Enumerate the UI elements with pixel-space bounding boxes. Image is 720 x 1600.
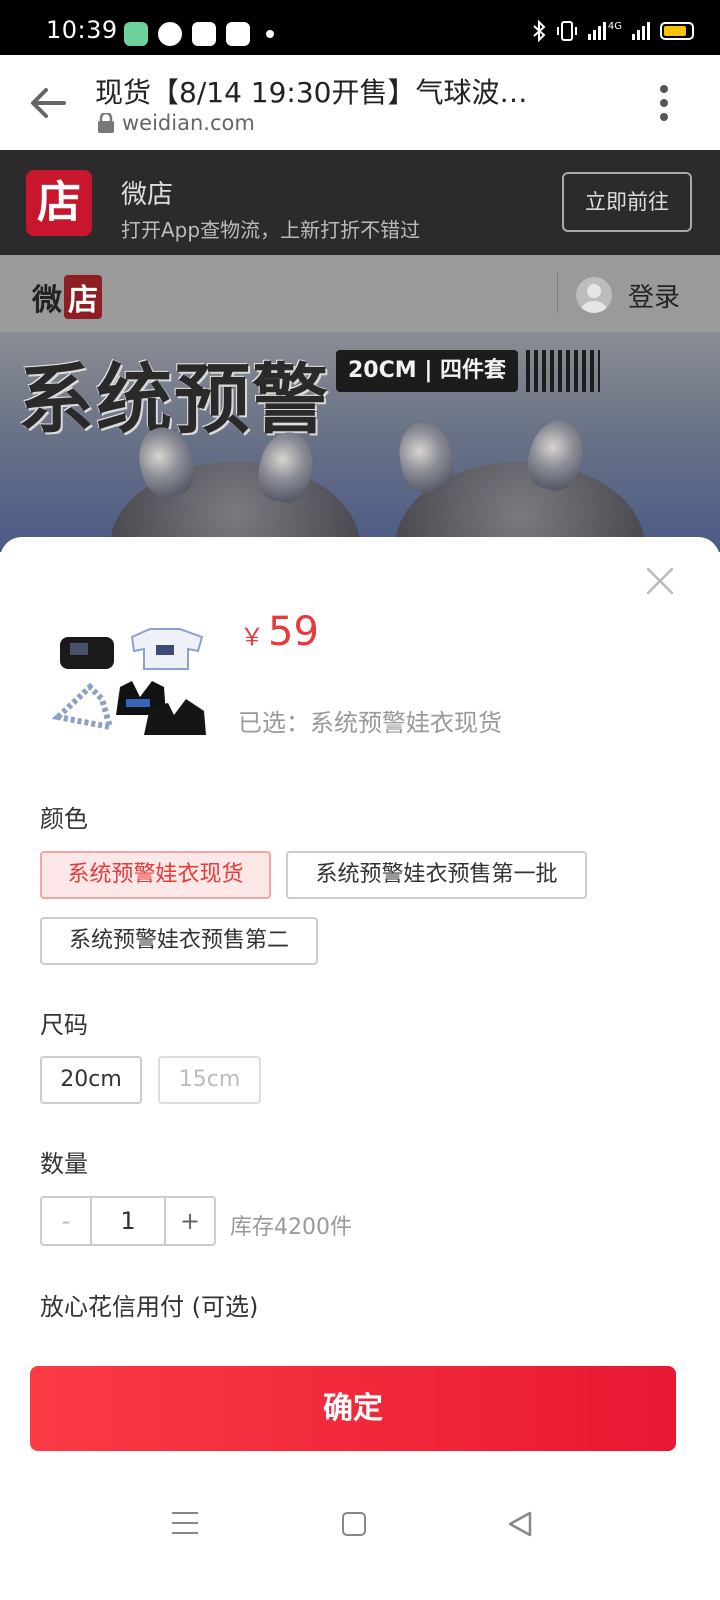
logo-text-wei: 微: [32, 283, 62, 318]
battery-icon: [660, 22, 694, 40]
size-option-20cm[interactable]: 20cm: [40, 1056, 142, 1104]
shopping-bag-icon: [192, 22, 216, 46]
site-logo[interactable]: 微 店: [32, 275, 102, 319]
back-arrow-icon[interactable]: [28, 85, 68, 121]
quantity-plus-button[interactable]: +: [166, 1198, 214, 1244]
price-value: 59: [268, 609, 319, 655]
quantity-label: 数量: [40, 1150, 88, 1178]
lock-icon: [98, 113, 114, 133]
app-name: 微店: [121, 180, 174, 210]
hero-stripes: [526, 350, 600, 392]
credit-pay-label[interactable]: 放心花信用付 (可选): [40, 1287, 258, 1322]
vibrate-icon: [556, 21, 577, 41]
color-option-3[interactable]: 系统预警娃衣预售第二: [40, 917, 318, 965]
network-type: 4G: [607, 20, 622, 32]
sku-selection-sheet: ￥ 59 已选：系统预警娃衣现货 颜色 系统预警娃衣现货 系统预警娃衣预售第一批 …: [0, 537, 720, 1600]
site-header: 微 店 登录: [0, 255, 720, 332]
quantity-input[interactable]: 1: [92, 1198, 166, 1244]
price: ￥ 59: [240, 609, 319, 655]
messenger-icon: [158, 22, 182, 46]
open-app-button[interactable]: 立即前往: [562, 172, 692, 232]
hero-badge: 20CM | 四件套: [336, 350, 519, 392]
recent-apps-icon[interactable]: [172, 1512, 198, 1534]
avatar-icon[interactable]: [576, 277, 612, 313]
quantity-minus-button[interactable]: -: [42, 1198, 92, 1244]
app-icon: [124, 22, 148, 46]
quantity-stepper: - 1 +: [40, 1196, 216, 1246]
weidian-icon: [226, 22, 250, 46]
bluetooth-icon: [533, 20, 546, 42]
logo-text-dian: 店: [64, 275, 102, 319]
url-domain[interactable]: weidian.com: [122, 111, 255, 135]
price-currency: ￥: [240, 623, 264, 651]
color-option-1[interactable]: 系统预警娃衣现货: [40, 851, 271, 899]
page-title[interactable]: 现货【8/14 19:30开售】气球波…: [95, 71, 527, 111]
color-label: 颜色: [40, 805, 88, 833]
more-menu-icon[interactable]: [658, 85, 670, 121]
product-hero-image: 系统预警 20CM | 四件套: [0, 332, 720, 552]
status-time: 10:39: [46, 16, 118, 44]
signal-icon: [587, 22, 606, 40]
login-link[interactable]: 登录: [628, 277, 680, 314]
browser-url-bar: 现货【8/14 19:30开售】气球波… weidian.com: [0, 55, 720, 150]
size-label: 尺码: [40, 1011, 88, 1039]
signal-icon-2: [632, 22, 650, 40]
color-option-2[interactable]: 系统预警娃衣预售第一批: [286, 851, 587, 899]
product-thumbnail: [51, 628, 206, 735]
size-option-15cm[interactable]: 15cm: [158, 1056, 261, 1104]
stock-count: 库存4200件: [230, 1215, 352, 1240]
confirm-button[interactable]: 确定: [30, 1366, 676, 1451]
status-right-icons: 4G: [532, 20, 694, 42]
close-icon[interactable]: [644, 565, 676, 597]
dot-icon: [266, 30, 274, 38]
app-subtitle: 打开App查物流，上新打折不错过: [121, 218, 421, 242]
header-divider: [557, 273, 558, 313]
selected-variant: 已选：系统预警娃衣现货: [238, 709, 502, 737]
home-icon[interactable]: [342, 1512, 366, 1536]
weidian-app-logo: 店: [26, 170, 92, 236]
back-triangle-icon[interactable]: [506, 1510, 534, 1538]
status-bar: 10:39 4G: [0, 0, 720, 55]
app-promo-banner: 店 微店 打开App查物流，上新打折不错过 立即前往: [0, 150, 720, 255]
system-nav-bar: [0, 1490, 720, 1600]
